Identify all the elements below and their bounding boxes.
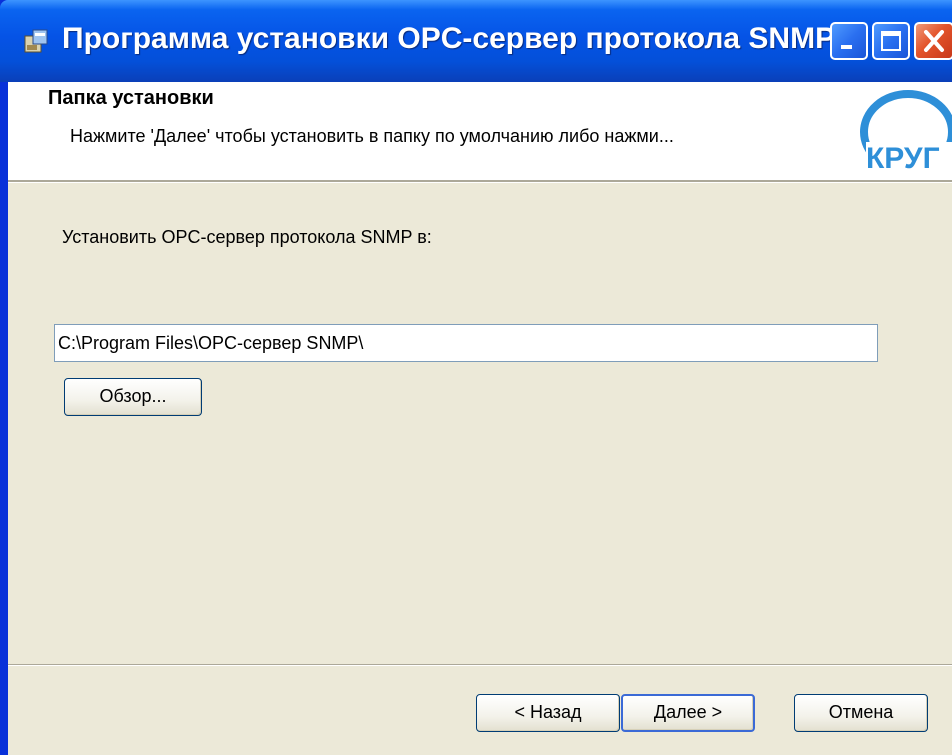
maximize-button[interactable] [872,22,910,60]
install-location-label: Установить OPC-сервер протокола SNMP в: [62,227,432,247]
title-bar[interactable]: Программа установки OPC-сервер протокола… [0,0,952,82]
installer-package-icon [22,26,52,56]
cancel-button[interactable]: Отмена [794,694,928,732]
minimize-button[interactable] [830,22,868,60]
page-title: Папка установки [48,87,214,109]
banner-divider [8,180,952,183]
back-button[interactable]: < Назад [476,694,620,732]
logo-text: КРУГ [866,142,940,175]
browse-button[interactable]: Обзор... [64,378,202,416]
page-description: Нажмите 'Далее' чтобы установить в папку… [70,126,674,146]
krug-logo: КРУГ [846,82,952,180]
install-path-field[interactable] [54,324,878,362]
close-button[interactable] [914,22,952,60]
maximize-icon [881,31,901,51]
window-title: Программа установки OPC-сервер протокола… [62,22,836,55]
installer-window: Программа установки OPC-сервер протокола… [0,0,952,755]
next-button[interactable]: Далее > [621,694,755,732]
close-icon [924,30,944,52]
footer-divider [8,664,952,666]
header-banner: Папка установки Нажмите 'Далее' чтобы ус… [8,82,952,180]
minimize-icon [841,45,852,49]
dialog-body: Папка установки Нажмите 'Далее' чтобы ус… [8,82,952,755]
